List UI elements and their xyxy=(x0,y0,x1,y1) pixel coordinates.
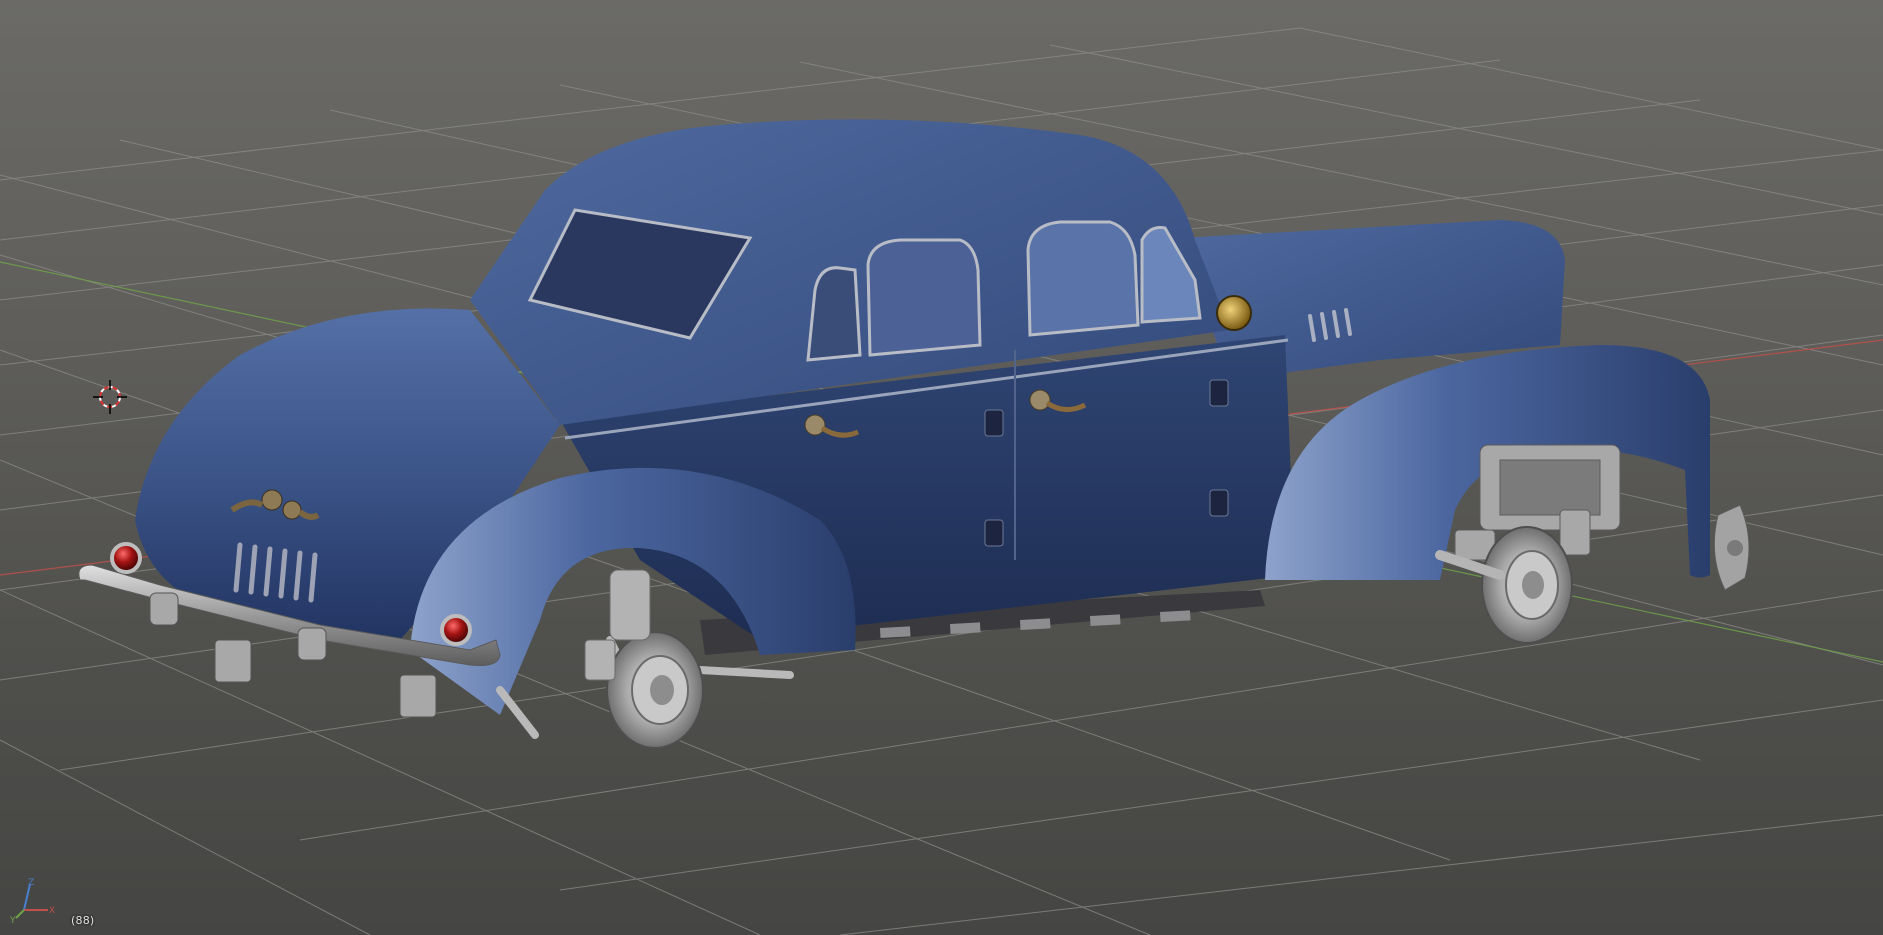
side-window-front xyxy=(1026,220,1140,337)
car-model[interactable] xyxy=(78,119,1750,749)
gizmo-y-label: Y xyxy=(10,916,16,924)
gizmo-z-label: Z xyxy=(28,878,34,888)
gizmo-x-label: X xyxy=(49,906,55,916)
scene-canvas[interactable] xyxy=(0,0,1883,935)
tail-light-right xyxy=(440,614,472,646)
axis-orientation-icon: Z X Y xyxy=(10,878,55,924)
side-window-mid xyxy=(866,238,982,357)
tail-light-left xyxy=(110,542,142,574)
3d-cursor-icon[interactable] xyxy=(93,380,127,414)
frame-counter: (88) xyxy=(71,914,95,927)
rear-wheel xyxy=(606,631,704,749)
front-hub-bolt xyxy=(1727,540,1743,556)
side-mirror xyxy=(1216,295,1252,331)
3d-viewport[interactable]: Z X Y (88) xyxy=(0,0,1883,935)
front-wheel xyxy=(1481,526,1573,644)
